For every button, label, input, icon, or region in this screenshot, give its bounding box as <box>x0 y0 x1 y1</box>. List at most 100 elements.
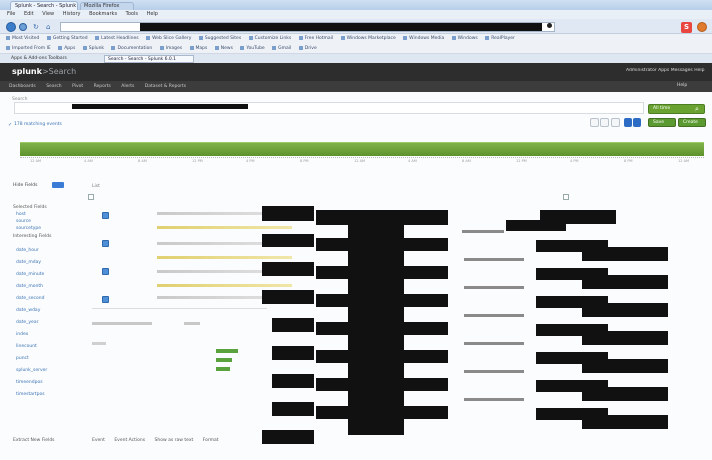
create-button[interactable]: Create <box>678 118 706 127</box>
field-link[interactable]: source <box>16 219 31 224</box>
redacted-cell <box>316 322 448 335</box>
reload-icon[interactable]: ↻ <box>33 23 39 31</box>
help-menu[interactable]: Help <box>694 68 704 73</box>
bookmark-item[interactable]: Splunk <box>83 44 104 53</box>
detail-field <box>92 342 106 345</box>
bookmark-item[interactable]: YouTube <box>240 44 264 53</box>
field-link[interactable]: punct <box>16 356 29 361</box>
bookmark-item[interactable]: Getting Started <box>47 34 88 44</box>
menu-file[interactable]: File <box>7 11 15 17</box>
redacted-cell <box>272 346 314 360</box>
field-link[interactable]: timestartpos <box>16 392 45 397</box>
apps-menu[interactable]: Apps <box>658 68 669 73</box>
share-button[interactable] <box>611 118 620 127</box>
field-link[interactable]: index <box>16 332 28 337</box>
bookmark-item[interactable]: News <box>215 44 233 53</box>
menu-tools[interactable]: Tools <box>126 11 138 17</box>
bookmark-item[interactable]: Gmail <box>272 44 291 53</box>
messages-menu[interactable]: Messages <box>671 68 693 73</box>
extract-fields-link[interactable]: Extract New Fields <box>13 438 55 443</box>
stop-button[interactable] <box>600 118 609 127</box>
bookmark-item[interactable]: Latest Headlines <box>95 34 139 44</box>
fields-toggle[interactable] <box>52 182 64 188</box>
event-menu[interactable]: Event <box>92 438 105 443</box>
event-text-highlight <box>157 226 292 229</box>
bookmark-star-icon[interactable] <box>547 23 552 28</box>
search-icon[interactable]: ⌕ <box>695 105 699 114</box>
menu-bookmarks[interactable]: Bookmarks <box>89 11 117 17</box>
addon-badge[interactable]: S <box>681 22 692 33</box>
bookmark-item[interactable]: Windows <box>452 34 478 44</box>
field-link[interactable]: sourcetype <box>16 226 41 231</box>
nav-dashboards[interactable]: Dashboards <box>9 84 36 89</box>
field-link[interactable]: host <box>16 212 26 217</box>
app-tab-active[interactable]: Search - Search - Splunk 6.0.1 <box>104 55 194 63</box>
app-tab[interactable]: Apps & Add-ons Toolbars <box>8 55 90 63</box>
format-menu[interactable]: Format <box>203 438 219 443</box>
app-nav-bar: Dashboards Search Pivot Reports Alerts D… <box>0 81 712 92</box>
pause-button[interactable] <box>590 118 599 127</box>
bookmark-item[interactable]: Windows Media <box>403 34 444 44</box>
browser-tab-active[interactable]: Splunk - Search - Splunk 6.0.1 <box>10 1 78 10</box>
bookmark-item[interactable]: Images <box>160 44 182 53</box>
field-link[interactable]: date_wday <box>16 308 40 313</box>
bookmark-item[interactable]: Web Slice Gallery <box>146 34 191 44</box>
bookmark-item[interactable]: Imported From IE <box>6 44 51 53</box>
bookmark-item[interactable]: Free Hotmail <box>299 34 334 44</box>
nav-reports[interactable]: Reports <box>94 84 111 89</box>
menu-history[interactable]: History <box>63 11 81 17</box>
nav-datasets[interactable]: Dataset & Reports <box>145 84 186 89</box>
bookmark-item[interactable]: Customize Links <box>249 34 292 44</box>
export-button[interactable] <box>624 118 632 127</box>
menu-edit[interactable]: Edit <box>24 11 34 17</box>
bookmark-item[interactable]: Apps <box>58 44 75 53</box>
nav-search[interactable]: Search <box>46 84 61 89</box>
nav-alerts[interactable]: Alerts <box>121 84 134 89</box>
settings-icon[interactable] <box>697 22 707 32</box>
bookmark-item[interactable]: Drive <box>299 44 317 53</box>
field-link[interactable]: date_second <box>16 296 44 301</box>
back-button[interactable] <box>6 22 16 32</box>
field-value-bar <box>216 358 232 362</box>
menu-view[interactable]: View <box>42 11 54 17</box>
forward-button[interactable] <box>19 23 27 31</box>
event-field-value <box>464 286 524 289</box>
expand-event-button[interactable] <box>102 212 109 219</box>
select-all-checkbox[interactable] <box>88 194 94 200</box>
print-button[interactable] <box>633 118 641 127</box>
bookmark-item[interactable]: Windows Marketplace <box>341 34 396 44</box>
field-link[interactable]: date_minute <box>16 272 44 277</box>
bookmark-item[interactable]: Maps <box>190 44 208 53</box>
browser-tab[interactable]: Mozilla Firefox <box>80 2 134 10</box>
field-link[interactable]: date_mday <box>16 260 41 265</box>
bookmark-item[interactable]: Suggested Sites <box>199 34 241 44</box>
expand-event-button[interactable] <box>102 296 109 303</box>
field-link[interactable]: linecount <box>16 344 37 349</box>
timeline-tick: 4 AM <box>408 159 417 163</box>
show-raw-link[interactable]: Show as raw text <box>155 438 194 443</box>
field-link[interactable]: date_month <box>16 284 43 289</box>
nav-pivot[interactable]: Pivot <box>72 84 83 89</box>
expand-event-button[interactable] <box>102 268 109 275</box>
results-view-select[interactable]: List <box>92 184 100 189</box>
expand-event-button[interactable] <box>102 240 109 247</box>
save-button[interactable]: Save <box>648 118 676 127</box>
bookmark-item[interactable]: RealPlayer <box>485 34 515 44</box>
field-link[interactable]: timeendpos <box>16 380 43 385</box>
timeline-tick: 8 AM <box>138 159 147 163</box>
home-icon[interactable]: ⌂ <box>46 23 50 31</box>
help-link[interactable]: Help <box>677 83 687 88</box>
timeline-histogram[interactable] <box>20 142 704 156</box>
field-link[interactable]: date_hour <box>16 248 39 253</box>
menu-help[interactable]: Help <box>147 11 158 17</box>
account-menu[interactable]: Administrator <box>626 68 657 73</box>
redacted-search-query <box>72 104 248 109</box>
field-link[interactable]: date_year <box>16 320 38 325</box>
splunk-logo[interactable]: splunk>Search <box>12 67 76 76</box>
hide-fields-link[interactable]: Hide Fields <box>13 183 37 188</box>
field-link[interactable]: splunk_server <box>16 368 47 373</box>
bookmark-item[interactable]: Documentation <box>111 44 152 53</box>
bookmark-item[interactable]: Most Visited <box>6 34 39 44</box>
column-checkbox[interactable] <box>563 194 569 200</box>
event-actions-menu[interactable]: Event Actions <box>114 438 145 443</box>
